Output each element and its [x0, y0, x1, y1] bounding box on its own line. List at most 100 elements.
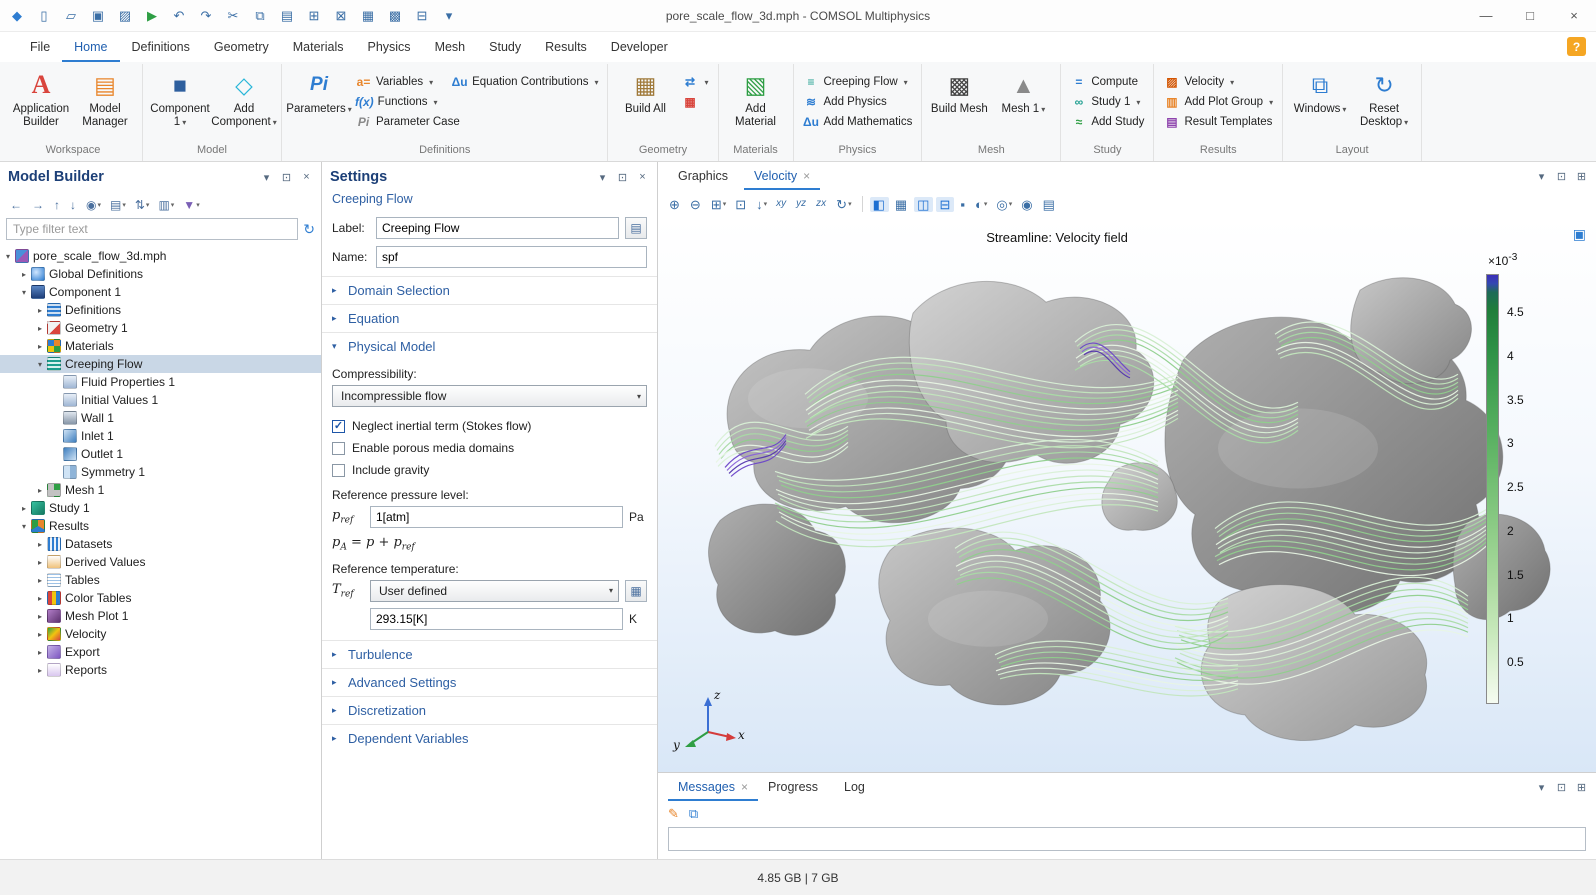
minimize-button[interactable]: —: [1464, 0, 1508, 31]
tree-expand-icon[interactable]: ▸: [34, 558, 46, 567]
maximize-button[interactable]: □: [1508, 0, 1552, 31]
go-to-view-icon[interactable]: ↓ ▾: [753, 197, 770, 212]
tree-expand-icon[interactable]: ▸: [34, 540, 46, 549]
build-mesh-button[interactable]: ▩ Build Mesh: [928, 67, 990, 139]
snapshot-icon[interactable]: ◉: [1018, 197, 1036, 212]
copy-text-icon[interactable]: ⧉: [689, 806, 698, 822]
paste-icon[interactable]: ▤: [278, 8, 296, 24]
mesh1-button[interactable]: ▲ Mesh 1▾: [992, 67, 1054, 139]
tree-item-root[interactable]: ▾ pore_scale_flow_3d.mph: [0, 247, 321, 265]
tree-expand-icon[interactable]: ▾: [34, 360, 46, 369]
settings-float-icon[interactable]: ⊡: [616, 171, 629, 184]
menu-tab-results[interactable]: Results: [533, 32, 599, 62]
tree-item-component1[interactable]: ▾ Component 1: [0, 283, 321, 301]
menu-tab-definitions[interactable]: Definitions: [120, 32, 202, 62]
add-material-button[interactable]: ▧ Add Material: [725, 67, 787, 139]
tree-item-wall1[interactable]: Wall 1: [0, 409, 321, 427]
settings-menu-icon[interactable]: ▾: [596, 171, 609, 184]
label-input[interactable]: [376, 217, 619, 239]
model-builder-close-icon[interactable]: ×: [300, 171, 313, 184]
save-icon[interactable]: ▣: [89, 8, 107, 24]
section-discretization[interactable]: ▸ Discretization: [322, 696, 657, 724]
tree-item-inlet1[interactable]: Inlet 1: [0, 427, 321, 445]
tab-messages[interactable]: Messages ×: [668, 773, 758, 801]
build-all-button[interactable]: ▦ Build All: [614, 67, 676, 139]
tree-item-mesh-plot1[interactable]: ▸ Mesh Plot 1: [0, 607, 321, 625]
tree-expand-icon[interactable]: ▸: [34, 342, 46, 351]
result-templates-button[interactable]: ▤ Result Templates: [1160, 114, 1276, 130]
tree-expand-icon[interactable]: ▸: [34, 324, 46, 333]
tree-item-velocity[interactable]: ▸ Velocity: [0, 625, 321, 643]
tab-velocity[interactable]: Velocity ×: [744, 162, 820, 190]
tree-item-reports[interactable]: ▸ Reports: [0, 661, 321, 679]
menu-tab-developer[interactable]: Developer: [599, 32, 680, 62]
tree-item-initial-values1[interactable]: Initial Values 1: [0, 391, 321, 409]
tree-item-export[interactable]: ▸ Export: [0, 643, 321, 661]
menu-tab-materials[interactable]: Materials: [281, 32, 356, 62]
show-ui-options-icon[interactable]: ▤: [625, 217, 647, 239]
sort-icon[interactable]: ⇅▾: [131, 198, 154, 212]
tree-expand-icon[interactable]: ▸: [34, 648, 46, 657]
section-domain-selection[interactable]: ▸ Domain Selection: [322, 276, 657, 304]
checkbox-row[interactable]: Include gravity: [332, 459, 647, 481]
refresh-icon[interactable]: ↻: [303, 221, 315, 238]
tree-expand-icon[interactable]: ▸: [18, 270, 30, 279]
tab-graphics[interactable]: Graphics: [668, 162, 744, 190]
bottom-float-icon[interactable]: ⊡: [1555, 781, 1568, 794]
tree-expand-icon[interactable]: ▸: [34, 612, 46, 621]
parameter-case-button[interactable]: Pi Parameter Case: [352, 114, 601, 130]
graphics-canvas[interactable]: Streamline: Velocity field ▣ ×10-3 4.543…: [658, 218, 1596, 772]
split-horizontal-icon[interactable]: ◫: [914, 197, 933, 212]
model-builder-float-icon[interactable]: ⊡: [280, 171, 293, 184]
redo-icon[interactable]: ↷: [197, 8, 215, 24]
close-tab-icon[interactable]: ×: [741, 780, 748, 794]
tree-item-color-tables[interactable]: ▸ Color Tables: [0, 589, 321, 607]
node-grouping-icon[interactable]: ▥▾: [154, 198, 178, 212]
checkbox-row[interactable]: ✓ Neglect inertial term (Stokes flow): [332, 415, 647, 437]
show-grid-icon[interactable]: ▦: [892, 197, 911, 212]
windows-button[interactable]: ⧉ Windows▾: [1289, 67, 1351, 139]
tree-item-materials[interactable]: ▸ Materials: [0, 337, 321, 355]
tree-expand-icon[interactable]: ▾: [18, 288, 30, 297]
section-advanced-settings[interactable]: ▸ Advanced Settings: [322, 668, 657, 696]
name-input[interactable]: [376, 246, 647, 268]
variables-button[interactable]: a= Variables ▾: [352, 74, 436, 90]
functions-button[interactable]: f(x) Functions ▾: [352, 94, 601, 110]
reference-temperature-select[interactable]: User defined ▾: [370, 580, 619, 602]
velocity-plot-button[interactable]: ▨ Velocity ▾: [1160, 74, 1276, 90]
tree-expand-icon[interactable]: ▸: [34, 306, 46, 315]
parameters-button[interactable]: Pi Parameters▾: [288, 67, 350, 139]
geometry-delete-button[interactable]: ▦: [678, 94, 711, 110]
back-icon[interactable]: ←: [6, 198, 27, 212]
component1-button[interactable]: ■ Component 1▾: [149, 67, 211, 139]
add-plot-group-button[interactable]: ▥ Add Plot Group ▾: [1160, 94, 1276, 110]
duplicate-icon[interactable]: ⊞: [305, 8, 323, 24]
compute-button[interactable]: = Compute: [1067, 74, 1147, 90]
print-icon[interactable]: ▤: [1040, 197, 1059, 212]
graphics-menu-icon[interactable]: ▾: [1535, 170, 1548, 183]
tree-item-geometry1[interactable]: ▸ Geometry 1: [0, 319, 321, 337]
reference-pressure-input[interactable]: [370, 506, 623, 528]
move-down-icon[interactable]: ↓: [66, 198, 81, 212]
toolbar-separator[interactable]: [862, 196, 863, 212]
tree-item-fluid-properties1[interactable]: Fluid Properties 1: [0, 373, 321, 391]
physics-interface-select[interactable]: ≡ Creeping Flow ▾: [800, 74, 916, 90]
open-file-icon[interactable]: ▱: [62, 8, 80, 24]
show-legends-icon[interactable]: ◧: [870, 197, 889, 212]
add-mathematics-button[interactable]: Δu Add Mathematics: [800, 114, 916, 130]
tab-log[interactable]: Log: [834, 773, 881, 801]
bottom-maximize-icon[interactable]: ⊞: [1575, 781, 1588, 794]
tree-item-global-definitions[interactable]: ▸ Global Definitions: [0, 265, 321, 283]
model-builder-menu-icon[interactable]: ▾: [260, 171, 273, 184]
temperature-list-icon[interactable]: ▦: [625, 580, 647, 602]
graphics-maximize-icon[interactable]: ⊞: [1575, 170, 1588, 183]
help-button[interactable]: ?: [1567, 37, 1586, 56]
add-physics-button[interactable]: ≋ Add Physics: [800, 94, 916, 110]
tab-progress[interactable]: Progress: [758, 773, 834, 801]
cut-icon[interactable]: ✂: [224, 8, 242, 24]
show-options-icon[interactable]: ◉▾: [82, 198, 105, 212]
plot-settings-icon[interactable]: ▣: [1573, 226, 1586, 243]
study1-button[interactable]: ∞ Study 1 ▾: [1067, 94, 1147, 110]
close-button[interactable]: ×: [1552, 0, 1596, 31]
geometry-update-button[interactable]: ⇄ ▾: [678, 74, 711, 90]
